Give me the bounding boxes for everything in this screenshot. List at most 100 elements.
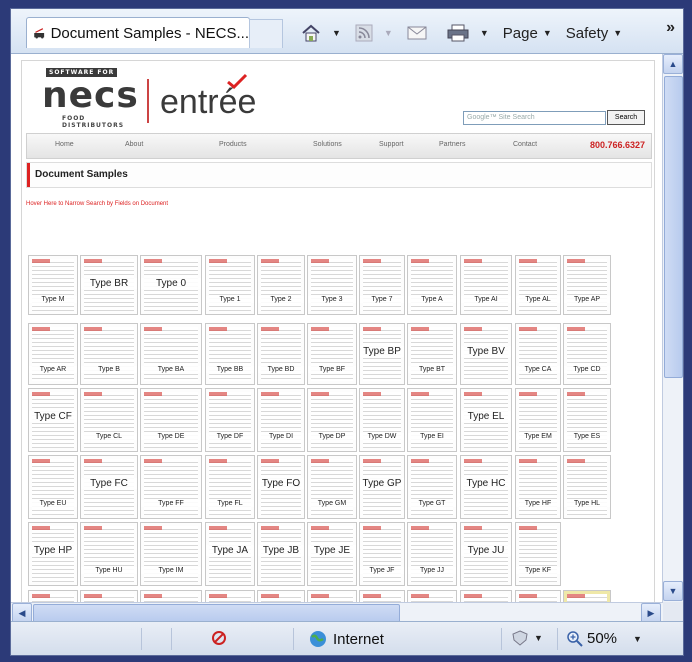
browser-tab[interactable]: Document Samples - NECS... xyxy=(26,17,250,48)
security-zone[interactable]: Internet xyxy=(309,630,384,648)
narrow-search-link[interactable]: Hover Here to Narrow Search by Fields on… xyxy=(26,201,168,207)
scroll-down-button[interactable]: ▼ xyxy=(663,581,683,601)
document-thumbnail[interactable]: Type FF xyxy=(140,455,202,519)
vertical-scroll-thumb[interactable] xyxy=(664,76,683,378)
page-menu[interactable]: Page ▼ xyxy=(503,25,552,42)
document-thumbnail[interactable]: Type FO xyxy=(257,455,305,519)
protected-mode-button[interactable]: ▼ xyxy=(511,630,543,646)
document-thumbnail[interactable]: Type A xyxy=(407,255,457,315)
document-thumbnail[interactable]: Type JJ xyxy=(407,522,457,586)
document-thumbnail[interactable]: Type B xyxy=(80,323,138,385)
document-thumbnail[interactable]: Type CA xyxy=(515,323,561,385)
document-thumbnail[interactable]: Type FC xyxy=(80,455,138,519)
document-thumbnail[interactable]: Type MA xyxy=(563,590,611,602)
popup-blocker-status[interactable] xyxy=(211,630,227,646)
browser-window: Document Samples - NECS... ▼ ▼ ▼ Page ▼ … xyxy=(10,8,684,656)
home-button[interactable]: ▼ xyxy=(301,24,341,42)
document-thumbnail[interactable]: Type ES xyxy=(563,388,611,452)
document-thumbnail[interactable]: Type DE xyxy=(140,388,202,452)
document-thumbnail[interactable]: Type GT xyxy=(407,455,457,519)
necs-logo[interactable]: SOFTWARE FOR necs FOOD DISTRIBUTORS xyxy=(42,68,139,129)
document-thumbnail[interactable]: Type IM xyxy=(140,522,202,586)
document-thumbnail[interactable]: Type LP xyxy=(359,590,405,602)
scroll-left-button[interactable]: ◀ xyxy=(12,603,32,622)
document-thumbnail[interactable]: Type BB xyxy=(205,323,255,385)
read-mail-button[interactable] xyxy=(407,25,433,41)
scroll-right-button[interactable]: ▶ xyxy=(641,603,661,622)
nav-home[interactable]: Home xyxy=(55,141,74,148)
document-thumbnail[interactable]: Type L xyxy=(80,590,138,602)
zoom-control[interactable]: 50% ▼ xyxy=(567,630,642,647)
document-thumbnail[interactable]: Type CD xyxy=(563,323,611,385)
nav-partners[interactable]: Partners xyxy=(439,141,465,148)
document-thumbnail[interactable]: Type HP xyxy=(28,522,78,586)
document-thumbnail[interactable]: Type 2 xyxy=(257,255,305,315)
document-header-mark xyxy=(519,327,537,331)
document-thumbnail[interactable]: Type EU xyxy=(28,455,78,519)
safety-menu[interactable]: Safety ▼ xyxy=(566,25,622,42)
nav-support[interactable]: Support xyxy=(379,141,404,148)
document-thumbnail[interactable]: Type BF xyxy=(307,323,357,385)
nav-about[interactable]: About xyxy=(125,141,143,148)
document-thumbnail[interactable]: Type DF xyxy=(205,388,255,452)
document-thumbnail[interactable]: Type LW xyxy=(460,590,512,602)
document-thumbnail[interactable]: Type FL xyxy=(205,455,255,519)
document-thumbnail[interactable]: Type EM xyxy=(515,388,561,452)
document-thumbnail[interactable]: Type LY xyxy=(515,590,561,602)
document-thumbnail[interactable]: Type CL xyxy=(80,388,138,452)
horizontal-scrollbar[interactable]: ◀ ▶ xyxy=(11,602,663,622)
document-thumbnail[interactable]: Type BP xyxy=(359,323,405,385)
document-thumbnail[interactable]: Type 0 xyxy=(140,255,202,315)
document-thumbnail[interactable]: Type KF xyxy=(515,522,561,586)
document-thumbnail[interactable]: Type LU xyxy=(407,590,457,602)
document-thumbnail[interactable]: Type CF xyxy=(28,388,78,452)
document-thumbnail[interactable]: Type JA xyxy=(205,522,255,586)
feeds-button[interactable]: ▼ xyxy=(355,24,393,42)
document-thumbnail[interactable]: Type HL xyxy=(563,455,611,519)
toolbar-overflow-button[interactable]: » xyxy=(666,19,675,37)
document-thumbnail[interactable]: Type LB xyxy=(140,590,202,602)
nav-products[interactable]: Products xyxy=(219,141,247,148)
document-thumbnail[interactable]: Type EL xyxy=(460,388,512,452)
document-thumbnail[interactable]: Type HF xyxy=(515,455,561,519)
document-thumbnail[interactable]: Type AP xyxy=(563,255,611,315)
site-search-input[interactable]: Google™ Site Search xyxy=(463,111,606,125)
document-thumbnail[interactable]: Type AI xyxy=(460,255,512,315)
document-thumbnail[interactable]: Type GP xyxy=(359,455,405,519)
document-thumbnail[interactable]: Type HC xyxy=(460,455,512,519)
nav-contact[interactable]: Contact xyxy=(513,141,537,148)
document-thumbnail[interactable]: Type LM xyxy=(257,590,305,602)
document-thumbnail[interactable]: Type HU xyxy=(80,522,138,586)
document-thumbnail[interactable]: Type DW xyxy=(359,388,405,452)
document-thumbnail[interactable]: Type KO xyxy=(28,590,78,602)
document-thumbnail[interactable]: Type 7 xyxy=(359,255,405,315)
print-button[interactable]: ▼ xyxy=(447,24,489,42)
document-thumbnail[interactable]: Type AR xyxy=(28,323,78,385)
chevron-down-icon: ▼ xyxy=(542,28,552,38)
document-thumbnail[interactable]: Type DP xyxy=(307,388,357,452)
document-thumbnail[interactable]: Type EI xyxy=(407,388,457,452)
scroll-up-button[interactable]: ▲ xyxy=(663,54,683,74)
vertical-scrollbar[interactable]: ▲ ▼ xyxy=(662,54,683,602)
search-button[interactable]: Search xyxy=(607,110,645,125)
document-thumbnail[interactable]: Type BA xyxy=(140,323,202,385)
document-thumbnail[interactable]: Type BT xyxy=(407,323,457,385)
horizontal-scroll-thumb[interactable] xyxy=(33,604,400,622)
document-thumbnail[interactable]: Type JB xyxy=(257,522,305,586)
document-thumbnail[interactable]: Type JE xyxy=(307,522,357,586)
document-thumbnail[interactable]: Type AL xyxy=(515,255,561,315)
document-thumbnail[interactable]: Type LO xyxy=(307,590,357,602)
document-thumbnail[interactable]: Type JU xyxy=(460,522,512,586)
new-tab-button[interactable] xyxy=(249,19,283,48)
document-thumbnail[interactable]: Type M xyxy=(28,255,78,315)
document-thumbnail[interactable]: Type DI xyxy=(257,388,305,452)
document-thumbnail[interactable]: Type JF xyxy=(359,522,405,586)
document-thumbnail[interactable]: Type 3 xyxy=(307,255,357,315)
document-thumbnail[interactable]: Type 1 xyxy=(205,255,255,315)
nav-solutions[interactable]: Solutions xyxy=(313,141,342,148)
document-thumbnail[interactable]: Type GM xyxy=(307,455,357,519)
document-thumbnail[interactable]: Type BD xyxy=(257,323,305,385)
document-thumbnail[interactable]: Type BR xyxy=(80,255,138,315)
document-thumbnail[interactable]: Type LF xyxy=(205,590,255,602)
document-thumbnail[interactable]: Type BV xyxy=(460,323,512,385)
